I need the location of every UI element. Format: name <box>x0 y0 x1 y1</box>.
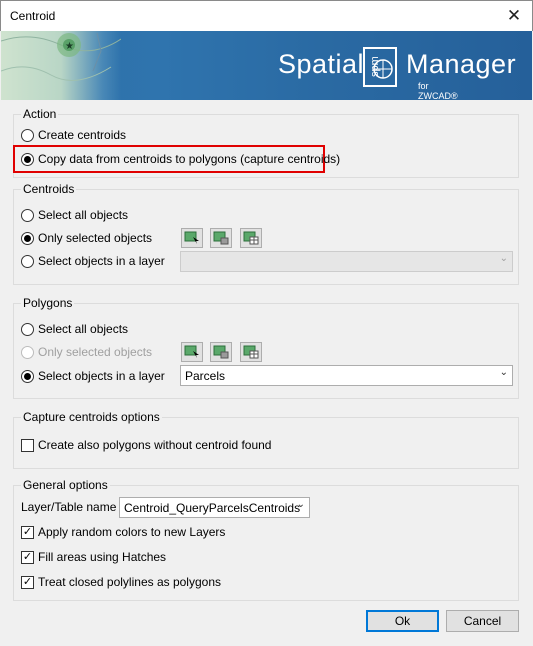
layer-table-name-value: Centroid_QueryParcelsCentroids <box>124 501 301 515</box>
polygons-select-all-label: Select all objects <box>38 322 129 336</box>
fill-hatches-label: Fill areas using Hatches <box>38 550 167 564</box>
polygons-select-layer-label: Select objects in a layer <box>38 369 165 383</box>
window-title: Centroid <box>10 9 56 23</box>
polygons-layer-dropdown[interactable]: Parcels ⌄ <box>180 365 513 386</box>
brand-banner: ★ Spatial spm Manager for ZWCAD® <box>1 31 532 100</box>
chevron-down-icon: ⌄ <box>499 367 508 378</box>
polygons-group-title: Polygons <box>21 296 75 310</box>
polygons-select-all-radio[interactable] <box>21 322 34 336</box>
chevron-down-icon: ⌄ <box>296 499 305 510</box>
layer-table-name-label: Layer/Table name <box>21 500 117 514</box>
polygons-select-layer-option[interactable]: Select objects in a layer <box>21 369 165 383</box>
polygons-select-objects-button[interactable] <box>181 342 203 362</box>
random-colors-label: Apply random colors to new Layers <box>38 525 226 539</box>
polygons-only-selected-radio[interactable] <box>21 345 34 359</box>
polygons-only-selected-label: Only selected objects <box>38 345 153 359</box>
create-without-centroid-checkbox[interactable] <box>21 438 34 452</box>
table-select-icon <box>243 345 259 359</box>
create-centroids-option[interactable]: Create centroids <box>21 128 126 142</box>
brand-spatial-text: Spatial <box>278 49 365 79</box>
chevron-down-icon: ⌄ <box>499 253 508 264</box>
add-objects-icon <box>213 345 229 359</box>
centroids-only-selected-label: Only selected objects <box>38 231 153 245</box>
capture-options-title: Capture centroids options <box>21 410 162 424</box>
centroids-group-title: Centroids <box>21 182 77 196</box>
title-bar: Centroid ✕ <box>0 0 533 31</box>
svg-text:★: ★ <box>65 41 74 52</box>
create-without-centroid-label: Create also polygons without centroid fo… <box>38 438 272 452</box>
polygons-table-select-button[interactable] <box>240 342 262 362</box>
copy-data-option[interactable]: Copy data from centroids to polygons (ca… <box>21 152 340 166</box>
layer-table-name-dropdown[interactable]: Centroid_QueryParcelsCentroids ⌄ <box>119 497 310 518</box>
centroids-select-layer-option[interactable]: Select objects in a layer <box>21 254 165 268</box>
polygons-only-selected-option[interactable]: Only selected objects <box>21 345 152 359</box>
add-objects-icon <box>213 231 229 245</box>
create-centroids-label: Create centroids <box>38 128 127 142</box>
closed-polylines-label: Treat closed polylines as polygons <box>38 575 221 589</box>
centroids-layer-dropdown[interactable]: ⌄ <box>180 251 513 272</box>
fill-hatches-option[interactable]: ✓ Fill areas using Hatches <box>21 550 166 564</box>
brand-manager-text: Manager <box>406 49 517 79</box>
select-objects-icon <box>184 231 199 244</box>
map-thumbnail: ★ <box>1 31 122 100</box>
create-centroids-radio[interactable] <box>21 128 34 142</box>
centroids-select-objects-button[interactable] <box>181 228 203 248</box>
ok-button[interactable]: Ok <box>366 610 439 632</box>
centroids-only-selected-radio[interactable] <box>21 231 34 245</box>
centroids-select-all-option[interactable]: Select all objects <box>21 208 128 222</box>
brand-subtitle: for ZWCAD® <box>418 81 458 100</box>
polygons-add-objects-button[interactable] <box>210 342 232 362</box>
create-without-centroid-option[interactable]: Create also polygons without centroid fo… <box>21 438 271 452</box>
closed-polylines-checkbox[interactable]: ✓ <box>21 575 34 589</box>
action-group-title: Action <box>21 107 59 121</box>
centroids-select-layer-radio[interactable] <box>21 254 34 268</box>
svg-text:spm: spm <box>369 56 381 77</box>
fill-hatches-checkbox[interactable]: ✓ <box>21 550 34 564</box>
random-colors-option[interactable]: ✓ Apply random colors to new Layers <box>21 525 225 539</box>
centroids-table-select-button[interactable] <box>240 228 262 248</box>
centroids-select-all-radio[interactable] <box>21 208 34 222</box>
spm-logo-icon: spm <box>363 47 397 87</box>
centroids-only-selected-option[interactable]: Only selected objects <box>21 231 152 245</box>
table-select-icon <box>243 231 259 245</box>
polygons-select-layer-radio[interactable] <box>21 369 34 383</box>
polygons-select-all-option[interactable]: Select all objects <box>21 322 128 336</box>
random-colors-checkbox[interactable]: ✓ <box>21 525 34 539</box>
centroids-select-all-label: Select all objects <box>38 208 129 222</box>
centroids-add-objects-button[interactable] <box>210 228 232 248</box>
closed-polylines-option[interactable]: ✓ Treat closed polylines as polygons <box>21 575 221 589</box>
copy-data-radio[interactable] <box>21 152 34 166</box>
copy-data-label: Copy data from centroids to polygons (ca… <box>38 152 341 166</box>
polygons-layer-value: Parcels <box>185 369 226 383</box>
close-icon[interactable]: ✕ <box>504 6 524 26</box>
centroids-select-layer-label: Select objects in a layer <box>38 254 165 268</box>
general-options-title: General options <box>21 478 110 492</box>
select-objects-icon <box>184 345 199 358</box>
cancel-button[interactable]: Cancel <box>446 610 519 632</box>
